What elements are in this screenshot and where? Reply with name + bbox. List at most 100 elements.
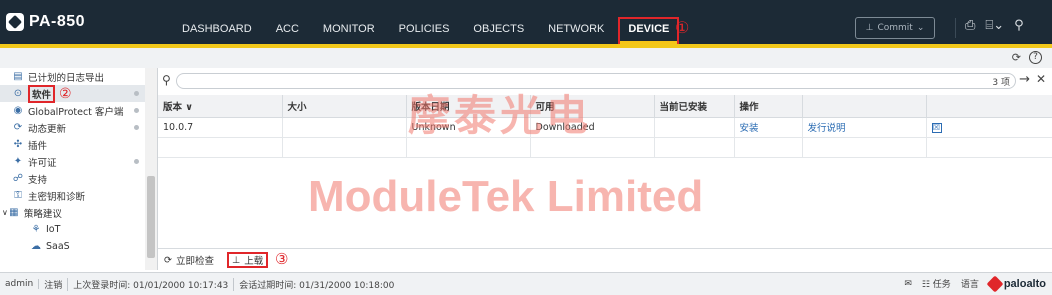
table-row: 10.0.7 Unknown Downloaded 安装 发行说明 ☒ — [158, 117, 1052, 138]
cell-installed — [654, 117, 735, 138]
sidebar-item[interactable]: ☍ 支持 — [0, 170, 157, 187]
filter-bar: ⚲ 3 项 → ✕ — [158, 72, 1052, 90]
sub-toolbar: ⟳ ? — [0, 48, 1052, 68]
sidebar-scrollbar[interactable] — [145, 68, 157, 270]
sidebar-item[interactable]: ◉ GlobalProtect 客户端 — [0, 102, 157, 119]
sidebar-item-label: 动态更新 — [28, 123, 67, 135]
config-lock-icon[interactable]: ⎙ — [965, 18, 975, 33]
sidebar-item-label: 策略建议 — [23, 208, 62, 220]
tab-monitor[interactable]: MONITOR — [311, 0, 387, 44]
annotation-marker-2: ② — [59, 85, 72, 102]
sidebar-item-label: 支持 — [28, 174, 48, 186]
vendor-logo: paloalto — [986, 275, 1046, 292]
upload-label: 上载 — [244, 256, 264, 267]
col-action[interactable]: 操作 — [734, 95, 803, 118]
status-dot — [134, 125, 139, 130]
table-header: 版本 ∨ 大小 版本日期 可用 当前已安装 操作 — [158, 95, 1052, 118]
software-icon: ⊙ — [13, 87, 23, 99]
toolbar-icons: ⎙ ⌸⌄ ⚲ — [965, 18, 1024, 33]
tab-acc[interactable]: ACC — [264, 0, 311, 44]
help-icon[interactable]: ? — [1029, 51, 1042, 64]
tab-device[interactable]: DEVICE — [616, 0, 681, 46]
item-count: 3 项 — [992, 78, 1010, 88]
cell-delete: ☒ — [926, 117, 1052, 138]
username: admin — [0, 279, 40, 289]
col-installed[interactable]: 当前已安装 — [654, 95, 735, 118]
upload-button[interactable]: ⊥ 上载 — [227, 252, 269, 268]
watermark-cn: 摩泰光电 — [408, 91, 593, 140]
support-icon: ☍ — [12, 172, 24, 184]
sidebar-item-label: IoT — [46, 224, 61, 235]
sidebar-item[interactable]: ✣ 插件 — [0, 136, 157, 153]
col-size[interactable]: 大小 — [282, 95, 407, 118]
annotation-marker-1: ① — [675, 18, 690, 37]
check-now-label: 立即检查 — [175, 256, 214, 267]
language-button[interactable]: 语言 — [961, 277, 979, 290]
top-navigation-bar: PA-850 DASHBOARD ACC MONITOR POLICIES OB… — [0, 0, 1052, 46]
tab-policies[interactable]: POLICIES — [387, 0, 462, 44]
key-icon: ⚿ — [14, 189, 22, 201]
app-logo: PA-850 — [6, 12, 85, 32]
sidebar-list: ▤ 已计划的日志导出 ⊙ 软件 ② ◉ GlobalProtect 客户端 ⟳ 动态更新 ✣ 插件 ✦… — [0, 68, 157, 255]
tab-network[interactable]: NETWORK — [536, 0, 616, 44]
cell-version: 10.0.7 — [158, 117, 283, 138]
sidebar-item[interactable]: ⚿ 主密钥和诊断 — [0, 187, 157, 204]
refresh-icon[interactable]: ⟳ — [1012, 51, 1021, 64]
scrollbar-thumb[interactable] — [147, 176, 155, 258]
status-bar: admin 注销 上次登录时间: 01/01/2000 10:17:43 会话过… — [0, 272, 1052, 295]
delete-icon[interactable]: ☒ — [931, 122, 942, 133]
paloalto-logo-icon — [986, 275, 1004, 292]
iot-icon: ⚘ — [31, 223, 41, 235]
check-now-button[interactable]: ⟳ 立即检查 — [164, 252, 214, 268]
tab-objects[interactable]: OBJECTS — [461, 0, 536, 44]
sidebar-item[interactable]: ∨ ▦ 策略建议 — [0, 204, 157, 221]
sidebar-item-label: 主密钥和诊断 — [28, 191, 86, 203]
vendor-name: paloalto — [1003, 277, 1046, 290]
upload-icon: ⊥ — [232, 254, 241, 266]
annotation-marker-3: ③ — [275, 250, 289, 268]
software-table: 版本 ∨ 大小 版本日期 可用 当前已安装 操作 10.0.7 Unknown … — [158, 95, 1052, 158]
sidebar: ▤ 已计划的日志导出 ⊙ 软件 ② ◉ GlobalProtect 客户端 ⟳ 动态更新 ✣ 插件 ✦… — [0, 68, 158, 270]
release-notes-link[interactable]: 发行说明 — [802, 117, 927, 138]
main-panel: ⚲ 3 项 → ✕ 版本 ∨ 大小 版本日期 可用 当前已安装 操作 10.0.… — [158, 68, 1052, 270]
watermark-en: ModuleTek Limited — [308, 172, 704, 221]
install-link[interactable]: 安装 — [734, 117, 803, 138]
status-dot — [134, 108, 139, 113]
tab-dashboard[interactable]: DASHBOARD — [170, 0, 264, 44]
config-folder-icon[interactable]: ⌸⌄ — [985, 18, 1004, 33]
sidebar-item[interactable]: ✦ 许可证 — [0, 153, 157, 170]
mail-icon[interactable]: ✉ — [904, 279, 912, 289]
filter-input[interactable] — [176, 73, 1016, 89]
col-notes — [802, 95, 927, 118]
chevron-down-icon: ⌄ — [916, 23, 925, 33]
sidebar-item[interactable]: ⊙ 软件 ② — [0, 84, 157, 103]
col-delete — [926, 95, 1052, 118]
table-row-empty — [158, 137, 1052, 158]
policy-icon: ▦ — [9, 206, 19, 218]
tasks-button[interactable]: ☷ 任务 — [922, 277, 951, 290]
search-icon: ⚲ — [162, 73, 171, 87]
col-version[interactable]: 版本 ∨ — [158, 95, 283, 118]
clear-filter-icon[interactable]: ✕ — [1036, 72, 1046, 86]
cell-size — [282, 117, 407, 138]
status-dot — [134, 159, 139, 164]
sidebar-item[interactable]: ⟳ 动态更新 — [0, 119, 157, 136]
plugin-icon: ✣ — [13, 138, 23, 150]
paloalto-logo-icon — [6, 13, 24, 31]
session-expire-time: 会话过期时间: 01/31/2000 10:18:00 — [239, 280, 395, 291]
globe-icon: ◉ — [13, 104, 23, 116]
tasks-label: 任务 — [932, 280, 951, 290]
last-login-time: 上次登录时间: 01/01/2000 10:17:43 — [68, 277, 235, 291]
sidebar-item[interactable]: ⚘ IoT — [0, 221, 157, 238]
commit-button[interactable]: ⊥ Commit ⌄ — [855, 17, 935, 39]
sidebar-item[interactable]: ▤ 已计划的日志导出 — [0, 68, 157, 85]
sidebar-item[interactable]: ☁ SaaS — [0, 238, 157, 255]
saas-icon: ☁ — [31, 240, 41, 252]
commit-label: Commit — [877, 23, 913, 33]
search-icon[interactable]: ⚲ — [1014, 18, 1024, 33]
toolbar-divider — [955, 18, 956, 38]
apply-filter-icon[interactable]: → — [1019, 72, 1030, 87]
logout-link[interactable]: 注销 — [39, 277, 69, 291]
export-icon: ▤ — [13, 70, 23, 82]
status-dot — [134, 91, 139, 96]
